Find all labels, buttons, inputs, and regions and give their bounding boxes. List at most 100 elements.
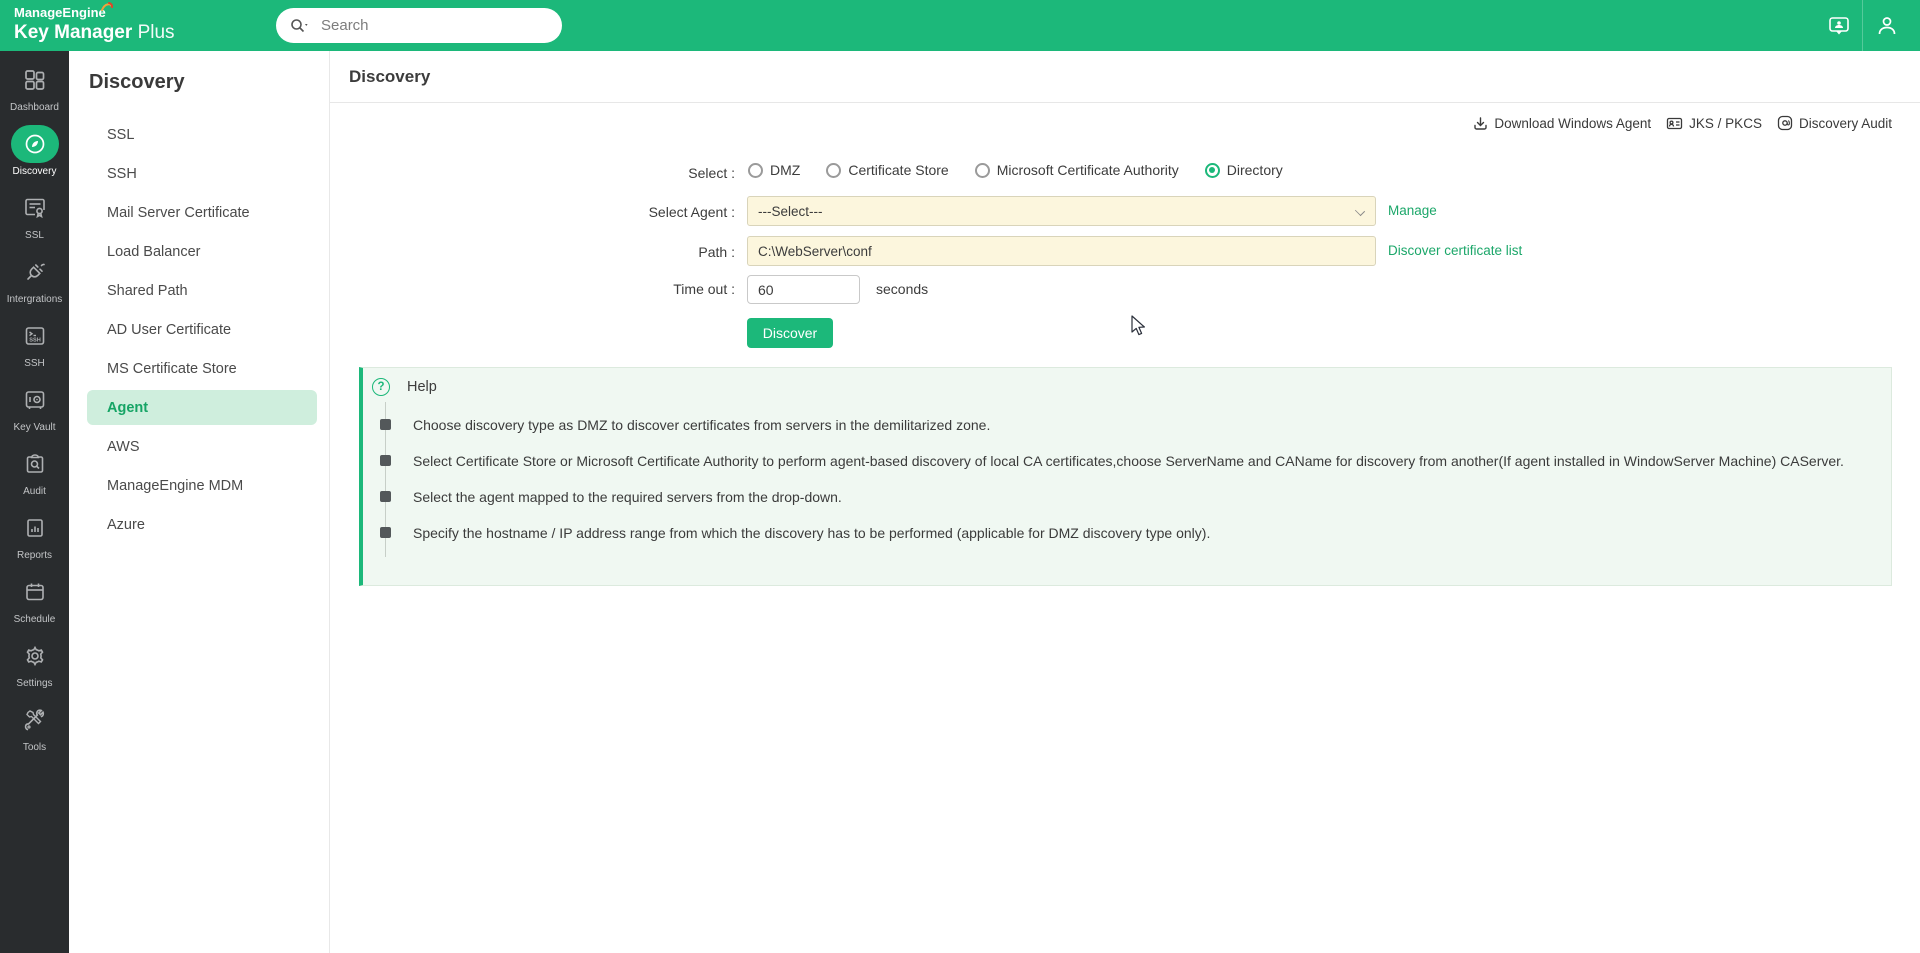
timeout-input[interactable] [747,275,860,304]
radio-circle-icon [826,163,841,178]
radio-label: Directory [1227,162,1283,178]
rail-item-reports[interactable]: Reports [0,509,69,573]
action-label: Download Windows Agent [1494,116,1651,131]
help-bullet-text: Select the agent mapped to the required … [413,486,842,508]
rail-item-settings[interactable]: Settings [0,637,69,701]
jks-pkcs-link[interactable]: JKS / PKCS [1666,116,1762,131]
radio-circle-icon [975,163,990,178]
help-title: Help [407,379,437,395]
rail-label: Key Vault [13,422,55,433]
sidebar-item-ssl[interactable]: SSL [69,115,329,154]
discover-button[interactable]: Discover [747,318,833,348]
radio-circle-icon [748,163,763,178]
agent-select-dropdown[interactable]: ---Select--- [747,196,1376,226]
compass-icon [23,132,47,156]
rail-item-tools[interactable]: Tools [0,701,69,765]
rail-label: Settings [16,678,52,689]
radio-label: DMZ [770,162,800,178]
path-label: Path : [330,244,735,260]
help-bullet-text: Select Certificate Store or Microsoft Ce… [413,450,1844,472]
radio-circle-icon [1205,163,1220,178]
rail-label: Intergrations [7,294,63,305]
rail-label: Schedule [14,614,56,625]
dashboard-grid-icon [23,68,47,92]
rail-label: SSH [24,358,45,369]
ssh-terminal-icon: SSH [23,324,47,348]
help-bullet: Select the agent mapped to the required … [363,486,1857,508]
radio-directory[interactable]: Directory [1205,162,1283,178]
page-actions: Download Windows Agent JKS / PKCS Discov… [1473,115,1892,131]
search-input[interactable] [321,17,548,34]
action-label: JKS / PKCS [1689,116,1762,131]
rail-item-discovery[interactable]: Discovery [0,125,69,189]
sidebar-item-ms-certificate-store[interactable]: MS Certificate Store [69,349,329,388]
rail-label: SSL [25,230,44,241]
rail-item-ssl[interactable]: SSL [0,189,69,253]
sidebar-item-ssh[interactable]: SSH [69,154,329,193]
sidebar-item-manageengine-mdm[interactable]: ManageEngine MDM [69,466,329,505]
app-logo[interactable]: ManageEngine Key Manager Plus [14,4,175,44]
search-icon[interactable] [290,18,310,34]
radio-dmz[interactable]: DMZ [748,162,800,178]
radio-label: Certificate Store [848,162,948,178]
rail-item-key-vault[interactable]: Key Vault [0,381,69,445]
rail-label: Audit [23,486,46,497]
user-icon[interactable] [1863,0,1910,51]
report-document-icon [23,516,47,540]
rail-label: Discovery [13,166,57,177]
discover-certificate-list-link[interactable]: Discover certificate list [1388,243,1522,258]
sidebar-item-shared-path[interactable]: Shared Path [69,271,329,310]
discovery-type-radio-group: DMZ Certificate Store Microsoft Certific… [748,162,1283,178]
calendar-icon [23,580,47,604]
help-bullet: Choose discovery type as DMZ to discover… [363,414,1857,436]
clipboard-search-icon [23,452,47,476]
global-search[interactable] [276,8,562,43]
select-label: Select : [330,165,735,181]
sidebar-item-load-balancer[interactable]: Load Balancer [69,232,329,271]
path-input[interactable] [747,236,1376,266]
help-bullet-list: Choose discovery type as DMZ to discover… [363,414,1857,558]
plug-icon [23,260,47,284]
discovery-sidebar: Discovery SSL SSH Mail Server Certificat… [69,51,330,953]
bullet-square-icon [380,455,391,466]
manage-link[interactable]: Manage [1388,203,1437,218]
nav-rail: Dashboard Discovery SSL Intergrations SS… [0,51,69,953]
page-title: Discovery [330,51,1920,103]
sidebar-item-ad-user-certificate[interactable]: AD User Certificate [69,310,329,349]
logo-product-name: Key Manager Plus [14,22,175,44]
audit-at-icon [1777,115,1793,131]
download-icon [1473,116,1488,131]
rail-item-integrations[interactable]: Intergrations [0,253,69,317]
bullet-square-icon [380,527,391,538]
sidebar-title: Discovery [69,51,329,94]
sidebar-item-aws[interactable]: AWS [69,427,329,466]
sidebar-item-mail-server-certificate[interactable]: Mail Server Certificate [69,193,329,232]
download-windows-agent-link[interactable]: Download Windows Agent [1473,116,1651,131]
logo-swirl-icon [101,2,113,12]
help-bullet: Select Certificate Store or Microsoft Ce… [363,450,1857,472]
top-header: ManageEngine Key Manager Plus [0,0,1920,51]
bullet-square-icon [380,419,391,430]
gear-icon [23,644,47,668]
main-content: Discovery Download Windows Agent JKS / P… [330,51,1920,953]
chevron-down-icon [1355,206,1365,216]
help-panel: ? Help Choose discovery type as DMZ to d… [359,367,1892,586]
feedback-icon[interactable] [1815,0,1862,51]
sidebar-item-agent[interactable]: Agent [87,390,317,425]
radio-microsoft-certificate-authority[interactable]: Microsoft Certificate Authority [975,162,1179,178]
rail-item-audit[interactable]: Audit [0,445,69,509]
select-agent-label: Select Agent : [330,204,735,220]
rail-label: Dashboard [10,102,59,113]
sidebar-item-azure[interactable]: Azure [69,505,329,544]
agent-select-value: ---Select--- [758,204,823,219]
help-bullet-text: Choose discovery type as DMZ to discover… [413,414,990,436]
bullet-square-icon [380,491,391,502]
timeout-unit: seconds [876,281,928,297]
discovery-audit-link[interactable]: Discovery Audit [1777,115,1892,131]
rail-item-dashboard[interactable]: Dashboard [0,61,69,125]
timeout-label: Time out : [330,281,735,297]
vault-icon [23,388,47,412]
rail-item-schedule[interactable]: Schedule [0,573,69,637]
radio-certificate-store[interactable]: Certificate Store [826,162,948,178]
rail-item-ssh[interactable]: SSH SSH [0,317,69,381]
